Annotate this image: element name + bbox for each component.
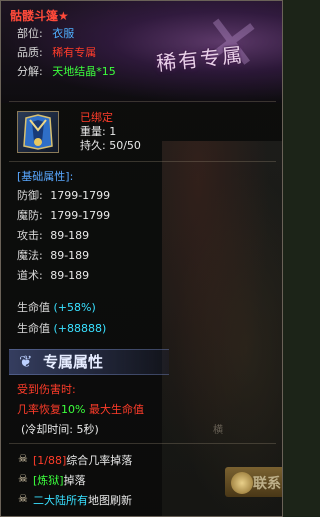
background-scene — [162, 141, 282, 516]
cloak-icon[interactable] — [17, 111, 59, 153]
drop-row: [1/88]综合几率掉落 — [33, 452, 132, 468]
type-row: 部位: 衣服 — [17, 25, 74, 41]
stat-value: 1799-1799 — [50, 189, 111, 202]
life-value: (+88888) — [53, 322, 107, 335]
stat-label: 魔防: — [17, 209, 43, 222]
effect-suffix: 最大生命值 — [88, 403, 144, 416]
life-value: (+58%) — [53, 301, 96, 314]
trigger-text: 受到伤害时: — [17, 383, 76, 396]
life-label: 生命值 — [17, 301, 50, 314]
stat-row: 攻击: 89-189 — [17, 227, 89, 243]
wing-icon: ❦ — [19, 352, 33, 371]
skull-icon: ☠ — [18, 492, 28, 505]
stat-row: 魔防: 1799-1799 — [17, 207, 110, 223]
stat-row: 防御: 1799-1799 — [17, 187, 110, 203]
effect-prefix: 几率恢复 — [17, 403, 61, 416]
basic-attributes-header: [基础属性]: — [17, 170, 74, 183]
drop-bracket: [1/88] — [33, 454, 67, 467]
stat-value: 89-189 — [50, 269, 90, 282]
divider — [9, 101, 276, 102]
drop-row: 二大陆所有地图刷新 — [33, 492, 132, 508]
cooldown-text: (冷却时间: 5秒) — [21, 423, 99, 436]
background-round-icon — [231, 472, 253, 494]
stat-label: 防御: — [17, 189, 43, 202]
effect-percent: 10% — [61, 403, 86, 416]
skull-icon: ☠ — [18, 472, 28, 485]
stat-value: 89-189 — [50, 229, 90, 242]
quality-label: 品质: — [17, 46, 43, 59]
item-name: 骷髅斗篷★ — [10, 9, 69, 23]
skull-icon: ☠ — [18, 452, 28, 465]
stat-row: 道术: 89-189 — [17, 267, 89, 283]
drop-text: 掉落 — [63, 474, 86, 487]
life-row: 生命值 (+58%) — [17, 299, 96, 315]
stat-value: 89-189 — [50, 249, 90, 262]
effect-text: 几率恢复10% 最大生命值 — [17, 401, 144, 417]
life-label: 生命值 — [17, 322, 50, 335]
divider — [9, 161, 276, 162]
stat-label: 攻击: — [17, 229, 43, 242]
drop-highlight: 二大陆所有 — [33, 494, 88, 507]
quality-value: 稀有专属 — [52, 46, 97, 59]
quality-row: 品质: 稀有专属 — [17, 44, 96, 60]
decompose-value: 天地结晶*15 — [52, 65, 116, 78]
decompose-row: 分解: 天地结晶*15 — [17, 63, 116, 79]
stat-value: 1799-1799 — [50, 209, 111, 222]
drop-bracket: [炼狱] — [33, 474, 64, 487]
item-tooltip: ✕ 稀有专属 骷髅斗篷★ 部位: 衣服 品质: 稀有专属 分解: 天地结晶*15… — [0, 0, 283, 517]
drop-text: 地图刷新 — [88, 494, 132, 507]
type-label: 部位: — [17, 27, 43, 40]
decompose-label: 分解: — [17, 65, 43, 78]
durability-text: 持久: 50/50 — [80, 139, 141, 152]
exclusive-title: 专属属性 — [43, 353, 104, 371]
drop-text: 综合几率掉落 — [66, 454, 133, 467]
stat-label: 道术: — [17, 269, 43, 282]
drop-row: [炼狱]掉落 — [33, 472, 86, 488]
divider — [9, 443, 276, 444]
life-row: 生命值 (+88888) — [17, 320, 106, 336]
type-value: 衣服 — [52, 27, 75, 40]
background-label: 横 — [213, 425, 223, 436]
stat-row: 魔法: 89-189 — [17, 247, 89, 263]
contact-button-label: 联系 — [253, 476, 281, 492]
stat-label: 魔法: — [17, 249, 43, 262]
